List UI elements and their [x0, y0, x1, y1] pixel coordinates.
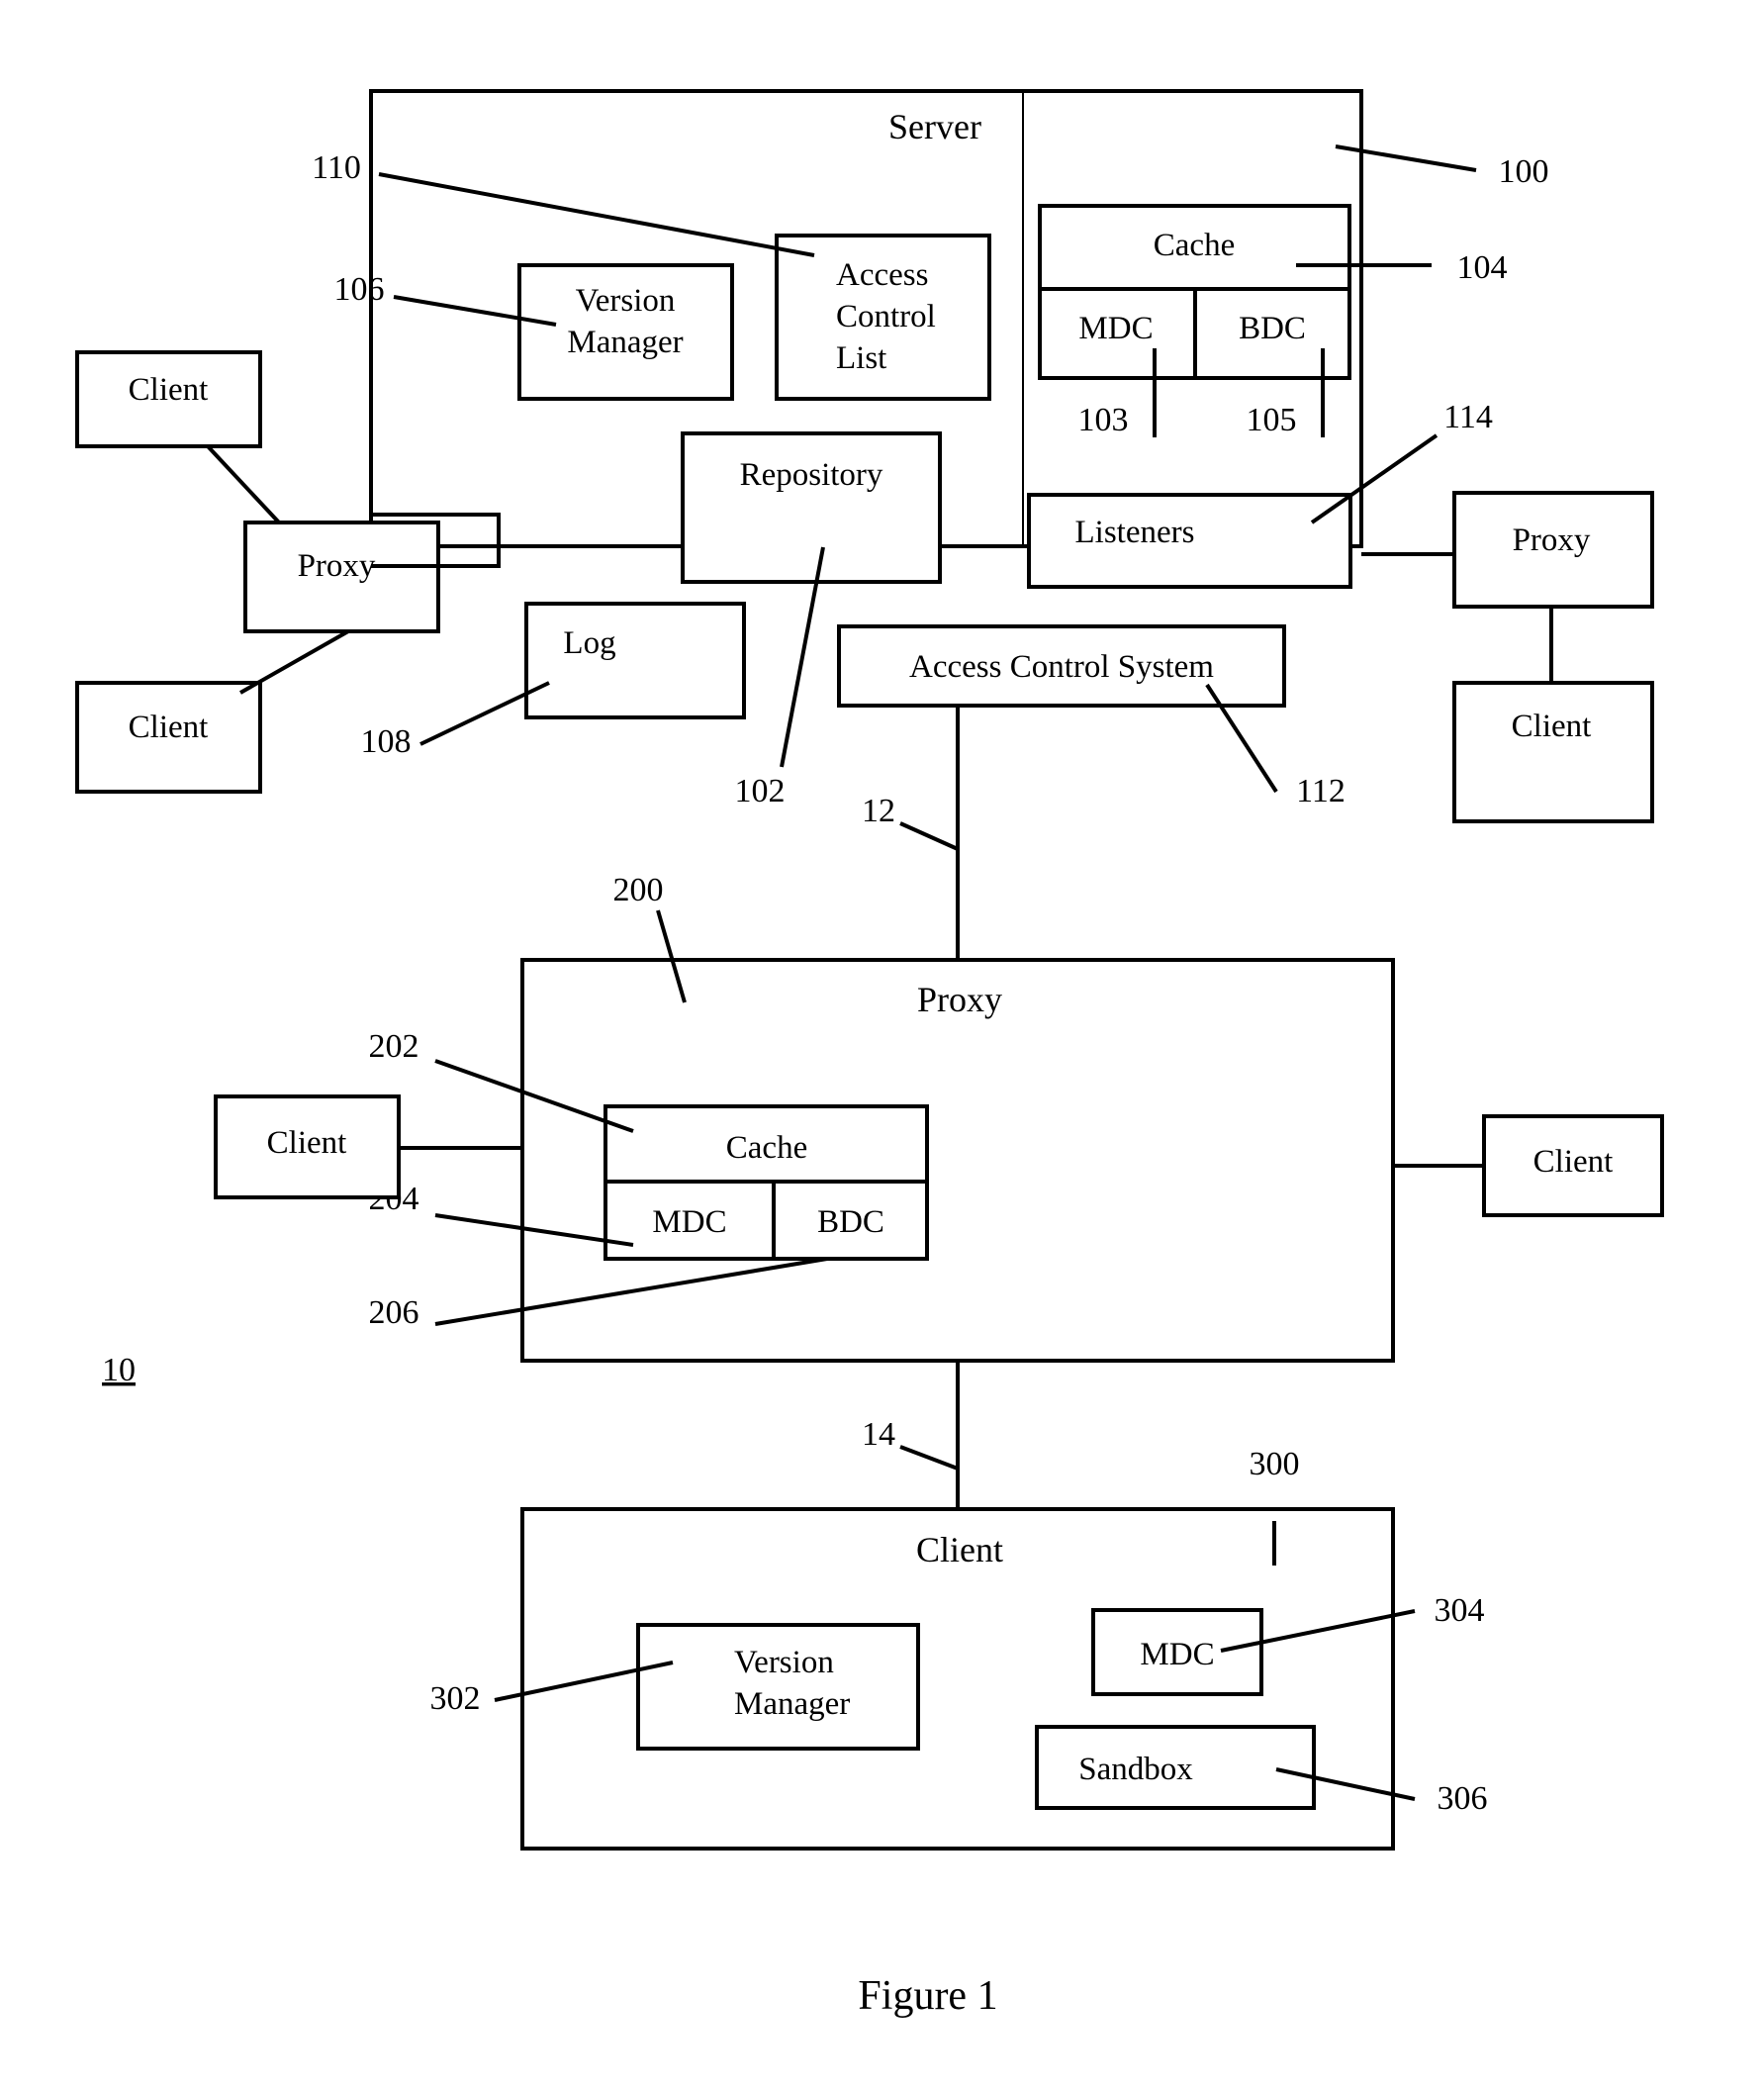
- ref-12: 12: [862, 793, 895, 829]
- server-bdc-label: BDC: [1239, 311, 1306, 346]
- server-acl-label-2: Control: [836, 299, 936, 334]
- conn-left-client-bottom-proxy: [239, 629, 349, 695]
- client-mdc-label: MDC: [1140, 1637, 1214, 1672]
- ref-104: 104: [1457, 249, 1508, 286]
- server-log-box: [524, 602, 746, 719]
- proxy-left-client-label: Client: [267, 1125, 347, 1161]
- client-title: Client: [916, 1530, 1003, 1569]
- system-number: 10: [102, 1352, 136, 1388]
- ref-108: 108: [361, 723, 412, 760]
- server-acl-label-1: Access: [836, 257, 928, 293]
- proxy-right-client-label: Client: [1533, 1144, 1614, 1180]
- server-title: Server: [888, 107, 981, 146]
- server-cache-label: Cache: [1154, 228, 1235, 263]
- ref-12-leader: [899, 821, 959, 851]
- server-listeners-label: Listeners: [1075, 515, 1195, 550]
- server-version-manager-label-2: Manager: [567, 325, 683, 360]
- ref-200: 200: [613, 872, 664, 908]
- ref-304: 304: [1435, 1592, 1485, 1629]
- ref-102: 102: [735, 773, 786, 809]
- left-client-top-label: Client: [129, 372, 209, 408]
- right-proxy-label: Proxy: [1513, 522, 1591, 558]
- server-repository-box: [681, 431, 942, 584]
- ref-302: 302: [430, 1680, 481, 1717]
- proxy-bdc-label: BDC: [817, 1204, 884, 1240]
- server-mdc-label: MDC: [1078, 311, 1153, 346]
- ref-206: 206: [369, 1294, 419, 1331]
- left-client-bottom-label: Client: [129, 710, 209, 745]
- client-version-manager-label-2: Manager: [734, 1686, 850, 1722]
- ref-300: 300: [1250, 1446, 1300, 1482]
- server-log-label: Log: [563, 625, 615, 661]
- ref-106: 106: [334, 271, 385, 308]
- ref-112: 112: [1296, 773, 1346, 809]
- ref-110: 110: [312, 149, 361, 186]
- server-acl-label-3: List: [836, 340, 886, 376]
- ref-202: 202: [369, 1028, 419, 1065]
- right-client-box: [1452, 681, 1654, 823]
- ref-114: 114: [1443, 399, 1493, 435]
- server-repository-label: Repository: [740, 457, 883, 493]
- ref-103: 103: [1078, 402, 1129, 438]
- client-sandbox-label: Sandbox: [1078, 1752, 1193, 1787]
- conn-left-client-top-proxy: [206, 444, 281, 524]
- right-client-label: Client: [1512, 709, 1592, 744]
- ref-306: 306: [1438, 1780, 1488, 1817]
- server-acs-label: Access Control System: [909, 649, 1214, 685]
- patent-figure-page: Server 100 Version Manager Version Manag…: [0, 0, 1764, 2090]
- figure-1-diagram: Server 100 Version Manager Version Manag…: [75, 89, 1664, 2019]
- proxy-title: Proxy: [917, 980, 1002, 1019]
- ref-105: 105: [1247, 402, 1297, 438]
- client-version-manager-label-1: Version: [734, 1645, 834, 1680]
- server-version-manager-label-1: Version: [576, 283, 676, 319]
- proxy-cache-label: Cache: [726, 1130, 807, 1166]
- figure-caption: Figure 1: [858, 1973, 997, 2019]
- ref-14: 14: [862, 1416, 895, 1453]
- left-proxy-label: Proxy: [298, 548, 376, 584]
- ref-100: 100: [1499, 153, 1549, 190]
- proxy-mdc-label: MDC: [652, 1204, 726, 1240]
- ref-14-leader: [899, 1445, 959, 1471]
